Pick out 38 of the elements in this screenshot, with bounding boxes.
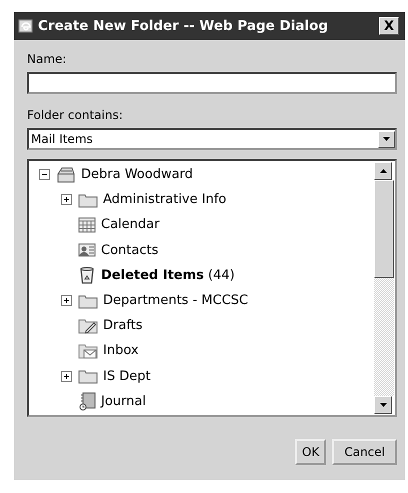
name-field[interactable] bbox=[27, 72, 397, 94]
close-button[interactable]: X bbox=[379, 17, 399, 35]
scroll-thumb[interactable] bbox=[374, 180, 394, 278]
folder-label[interactable]: Administrative Info bbox=[103, 192, 226, 208]
ok-button[interactable]: OK bbox=[295, 439, 326, 465]
folder-icon bbox=[78, 192, 98, 208]
folder-label[interactable]: Contacts bbox=[101, 242, 158, 258]
folder-label[interactable]: Journal bbox=[101, 394, 146, 409]
inbox-folder-icon bbox=[78, 342, 98, 360]
folder-contains-label: Folder contains: bbox=[27, 108, 124, 122]
calendar-icon bbox=[78, 216, 96, 234]
folder-label[interactable]: Debra Woodward bbox=[81, 167, 193, 182]
folder-label[interactable]: Calendar bbox=[101, 217, 160, 232]
expander-icon[interactable] bbox=[61, 295, 72, 306]
folder-icon bbox=[78, 368, 98, 384]
browser-icon bbox=[18, 18, 34, 34]
contact-card-icon bbox=[78, 243, 96, 258]
expander-icon[interactable] bbox=[61, 370, 72, 382]
expander-icon[interactable] bbox=[61, 194, 72, 206]
folder-icon bbox=[78, 292, 98, 309]
scrollbar[interactable] bbox=[373, 161, 395, 415]
folder-label[interactable]: IS Dept bbox=[103, 368, 151, 384]
folder-contains-dropdown[interactable]: Mail Items bbox=[27, 128, 397, 150]
expander-icon[interactable] bbox=[39, 169, 50, 180]
name-label: Name: bbox=[27, 52, 68, 66]
mailbox-icon bbox=[56, 166, 76, 184]
folder-label[interactable]: Deleted Items (44) bbox=[101, 268, 235, 283]
scroll-down-icon bbox=[380, 403, 386, 407]
draft-folder-icon bbox=[78, 317, 98, 334]
folder-label[interactable]: Drafts bbox=[103, 318, 143, 334]
scroll-up-icon bbox=[380, 169, 386, 173]
trash-can-icon bbox=[78, 266, 96, 284]
cancel-button[interactable]: Cancel bbox=[332, 439, 397, 465]
dropdown-arrow-icon bbox=[383, 137, 390, 141]
window-title: Create New Folder -- Web Page Dialog bbox=[38, 18, 330, 34]
journal-icon bbox=[78, 392, 96, 411]
folder-label[interactable]: Inbox bbox=[103, 343, 139, 358]
folder-label[interactable]: Departments - MCCSC bbox=[103, 293, 248, 308]
